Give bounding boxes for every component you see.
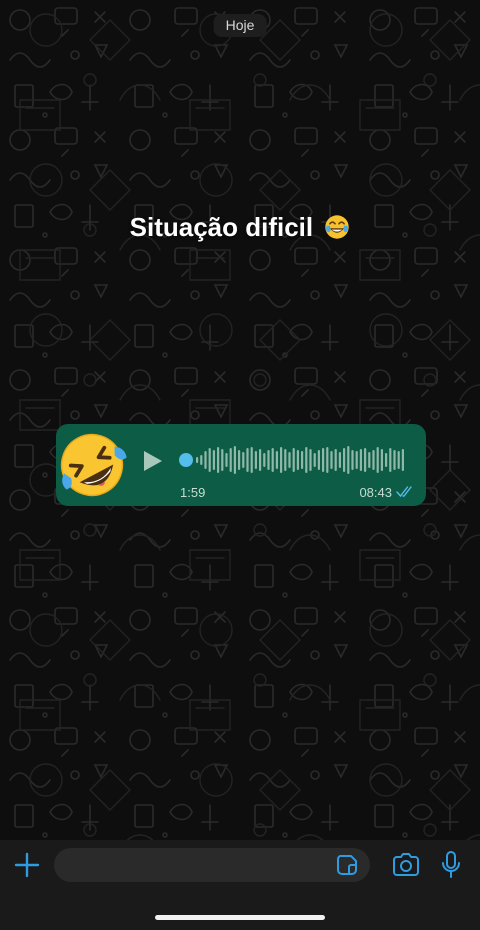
microphone-icon[interactable] xyxy=(441,850,461,880)
waveform-bar xyxy=(351,450,354,470)
waveform-bar xyxy=(250,447,253,473)
waveform-bar xyxy=(330,451,333,469)
waveform-bar xyxy=(292,448,295,472)
waveform-bar xyxy=(204,451,207,469)
waveform-bar xyxy=(322,448,325,472)
waveform-bar xyxy=(338,452,341,468)
waveform-bar xyxy=(393,450,396,470)
waveform-bar xyxy=(305,447,308,473)
waveform-bar xyxy=(238,450,241,470)
message-time: 08:43 xyxy=(359,485,392,500)
play-icon[interactable] xyxy=(142,449,164,473)
waveform-bar xyxy=(284,449,287,471)
waveform-bar xyxy=(288,452,291,468)
face-with-tears-of-joy-icon xyxy=(325,215,350,239)
camera-icon[interactable] xyxy=(392,853,420,877)
plus-icon[interactable] xyxy=(14,852,40,878)
waveform-bar xyxy=(263,453,266,467)
waveform-bar xyxy=(334,449,337,471)
home-indicator xyxy=(155,915,325,920)
waveform-bar xyxy=(385,453,388,467)
waveform-bar xyxy=(401,449,404,471)
waveform-bar xyxy=(389,448,392,472)
waveform-bar xyxy=(200,455,203,465)
waveform-bar xyxy=(233,446,236,474)
waveform-bar xyxy=(313,453,316,467)
waveform-bar xyxy=(347,446,350,474)
waveform-bar xyxy=(296,450,299,470)
waveform-bar xyxy=(259,449,262,471)
waveform-bar xyxy=(309,449,312,471)
waveform-bar xyxy=(229,448,232,472)
waveform-bar xyxy=(246,448,249,472)
audio-waveform[interactable] xyxy=(178,442,406,478)
waveform-bar xyxy=(372,450,375,470)
waveform-bar xyxy=(368,452,371,468)
waveform-bar xyxy=(364,448,367,472)
rolling-on-the-floor-laughing-icon xyxy=(60,433,127,497)
waveform-bar xyxy=(221,449,224,471)
chat-wallpaper xyxy=(0,0,480,840)
waveform-bar xyxy=(254,451,257,469)
waveform-bar xyxy=(267,450,270,470)
waveform-bar xyxy=(280,447,283,473)
waveform-bar xyxy=(376,447,379,473)
waveform-bar xyxy=(242,452,245,468)
sticker-icon[interactable] xyxy=(336,854,358,876)
waveform-bar xyxy=(275,451,278,469)
overlay-caption-row: Situação dificil xyxy=(0,212,480,243)
date-separator: Hoje xyxy=(213,14,267,37)
waveform-bar xyxy=(208,448,211,472)
waveform-bar xyxy=(217,447,220,473)
playback-scrubber[interactable] xyxy=(179,453,193,467)
waveform-bar xyxy=(326,447,329,473)
message-composer xyxy=(0,840,480,930)
waveform-bar xyxy=(196,457,199,463)
waveform-bar xyxy=(355,451,358,469)
voice-message-bubble[interactable]: 1:59 08:43 xyxy=(56,424,426,506)
waveform-bar xyxy=(317,450,320,470)
waveform-bar xyxy=(380,449,383,471)
waveform-bar xyxy=(397,451,400,469)
message-input[interactable] xyxy=(54,848,370,882)
voice-duration: 1:59 xyxy=(180,485,206,500)
waveform-bar xyxy=(271,448,274,472)
read-receipt-icon xyxy=(396,486,412,498)
waveform-bar xyxy=(343,448,346,472)
waveform-bar xyxy=(212,450,215,470)
waveform-bar xyxy=(359,449,362,471)
chat-screen: Hoje Situação dificil 1:59 08:43 xyxy=(0,0,480,930)
overlay-caption: Situação dificil xyxy=(129,212,314,242)
waveform-bar xyxy=(225,453,228,467)
waveform-bar xyxy=(301,451,304,469)
